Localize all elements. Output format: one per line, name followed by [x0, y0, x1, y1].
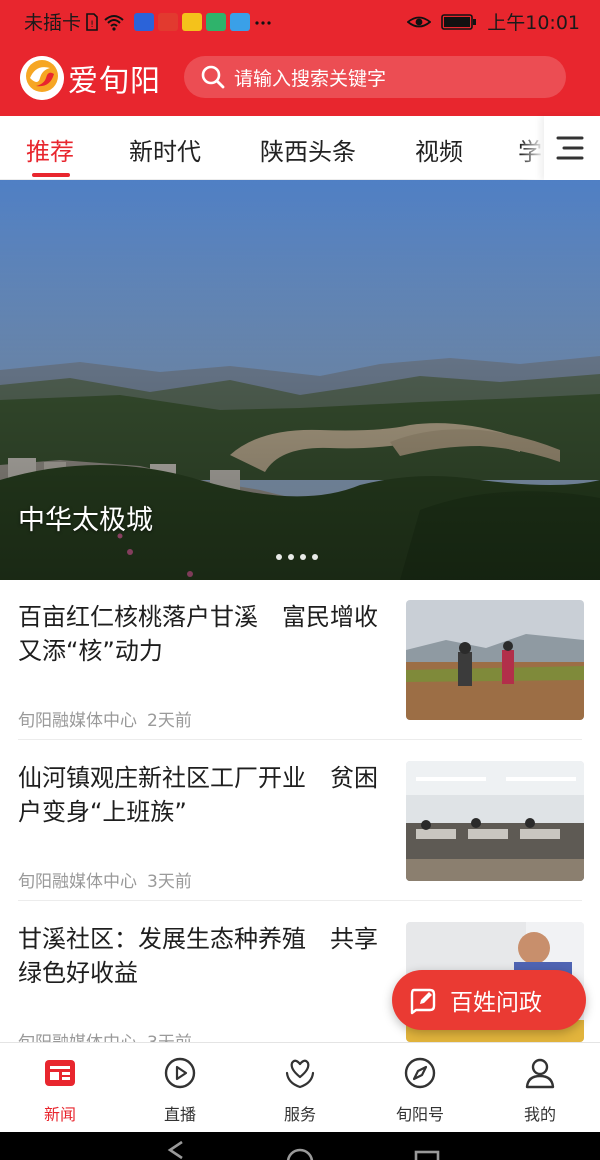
video-notification-icon: [206, 12, 227, 31]
news-list-item[interactable]: 百亩红仁核桃落户甘溪 富民增收又添“核”动力 旬阳融媒体中心 2天前: [0, 580, 600, 740]
nav-profile[interactable]: 我的: [480, 1055, 600, 1129]
carousel-dot: [288, 554, 294, 560]
service-heart-icon: [285, 1059, 315, 1089]
edit-note-icon: [410, 988, 436, 1015]
live-play-icon: [164, 1057, 196, 1089]
wifi-icon: [104, 14, 124, 31]
nav-service[interactable]: 服务: [240, 1055, 360, 1129]
tab-fade: [520, 116, 544, 180]
back-icon[interactable]: [167, 1140, 183, 1160]
compass-icon: [404, 1057, 436, 1089]
nav-news[interactable]: 新闻: [0, 1055, 120, 1129]
toutiao-notification-icon: [158, 12, 179, 31]
news-thumbnail: [406, 761, 584, 881]
fab-label: 百姓问政: [450, 990, 542, 1016]
banner-carousel[interactable]: 中华太极城: [0, 180, 600, 580]
public-inquiry-button[interactable]: 百姓问政: [392, 970, 586, 1030]
app-name: 爱旬阳: [68, 64, 161, 99]
tab-new-era[interactable]: 新时代: [129, 132, 201, 167]
nav-live[interactable]: 直播: [120, 1055, 240, 1129]
eye-comfort-icon: [407, 16, 432, 27]
status-bar: 未插卡 ! 上午10:01: [0, 0, 600, 40]
app-header: 未插卡 ! 上午10:01 爱旬阳 请输入搜索关键字: [0, 0, 600, 116]
carousel-dot: [276, 554, 282, 560]
news-meta: 旬阳融媒体中心 2天前: [18, 706, 192, 731]
home-icon[interactable]: [286, 1148, 314, 1160]
system-navigation-bar: [0, 1132, 600, 1160]
news-time: 2天前: [147, 711, 192, 731]
app-notification-icon: [134, 12, 155, 31]
nav-label: 服务: [283, 1105, 316, 1124]
list-divider: [18, 900, 582, 901]
active-tab-indicator: [32, 173, 70, 177]
carousel-indicator: [276, 554, 318, 560]
search-input[interactable]: 请输入搜索关键字: [184, 56, 566, 98]
tab-video[interactable]: 视频: [415, 132, 463, 167]
svg-text:!: !: [90, 20, 94, 30]
battery-icon: [441, 13, 477, 30]
nav-xunyang-account[interactable]: 旬阳号: [360, 1055, 480, 1129]
news-source: 旬阳融媒体中心: [18, 711, 137, 731]
search-icon: [201, 65, 225, 89]
news-title: 甘溪社区：发展生态种养殖 共享绿色好收益: [18, 925, 378, 987]
app-bar: 爱旬阳 请输入搜索关键字: [0, 50, 600, 108]
channel-menu-button[interactable]: [544, 116, 600, 180]
app-logo-icon: [20, 56, 64, 100]
news-time: 3天前: [147, 872, 192, 892]
news-source: 旬阳融媒体中心: [18, 872, 137, 892]
clock: 上午10:01: [487, 12, 580, 34]
tab-recommend[interactable]: 推荐: [26, 132, 74, 167]
bottom-navigation: 新闻 直播 服务 旬阳号 我的: [0, 1042, 600, 1132]
news-title: 百亩红仁核桃落户甘溪 富民增收又添“核”动力: [18, 603, 378, 665]
weibo-notification-icon: [182, 12, 203, 31]
menu-icon: [556, 136, 584, 160]
channel-tabs: 推荐 新时代 陕西头条 视频 学: [0, 116, 600, 180]
nav-label: 新闻: [43, 1105, 76, 1124]
search-placeholder: 请输入搜索关键字: [234, 67, 387, 90]
nav-label: 直播: [163, 1105, 196, 1124]
news-meta: 旬阳融媒体中心 3天前: [18, 867, 192, 892]
tab-shaanxi-headlines[interactable]: 陕西头条: [260, 132, 356, 167]
banner-caption: 中华太极城: [18, 505, 153, 536]
list-divider: [18, 739, 582, 740]
sim-card-icon: !: [86, 12, 98, 31]
news-thumbnail: [406, 600, 584, 720]
sim-status: 未插卡: [24, 12, 82, 34]
carousel-dot: [312, 554, 318, 560]
nav-label: 旬阳号: [395, 1105, 444, 1124]
news-list-item[interactable]: 仙河镇观庄新社区工厂开业 贫困户变身“上班族” 旬阳融媒体中心 3天前: [0, 741, 600, 901]
more-notifications-icon: [255, 20, 271, 25]
recent-apps-icon[interactable]: [414, 1150, 440, 1160]
user-icon: [525, 1058, 555, 1089]
carousel-dot: [300, 554, 306, 560]
nav-label: 我的: [523, 1105, 556, 1124]
news-title: 仙河镇观庄新社区工厂开业 贫困户变身“上班族”: [18, 764, 378, 826]
news-icon: [45, 1060, 75, 1086]
gallery-notification-icon: [230, 12, 251, 31]
